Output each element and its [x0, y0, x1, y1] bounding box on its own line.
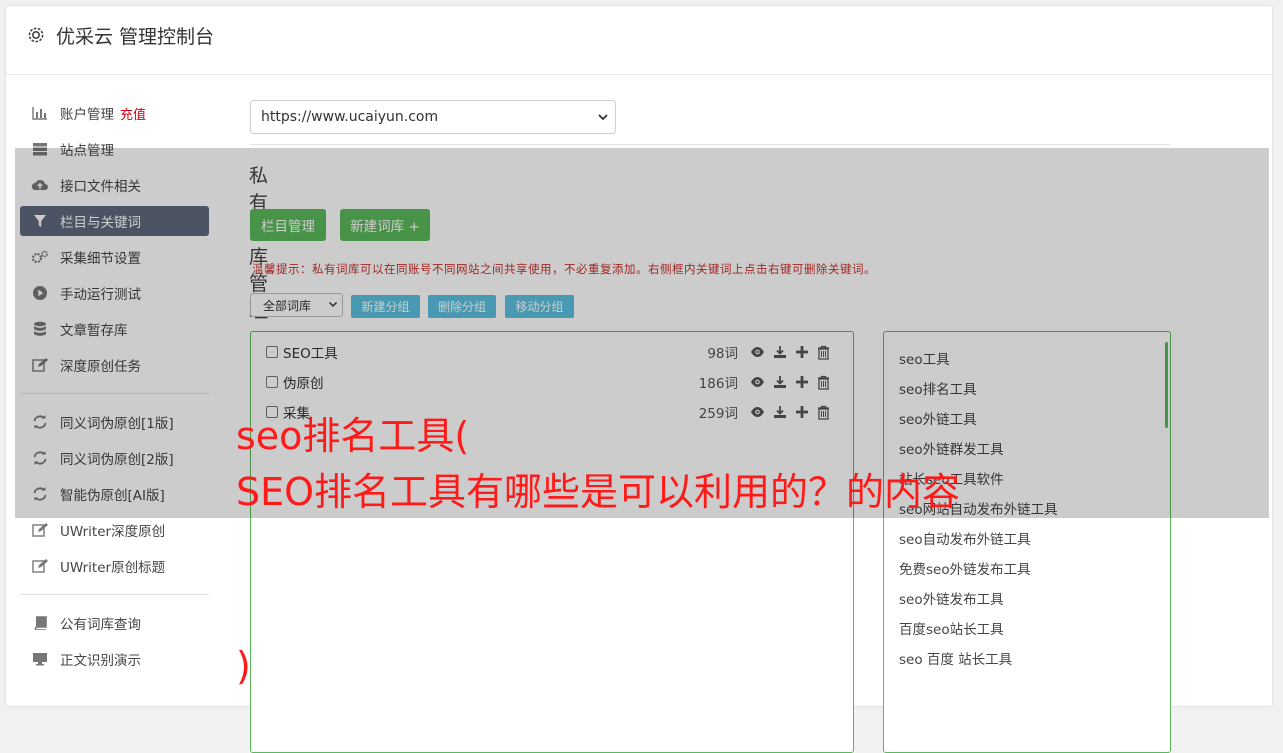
page-header-title: 优采云 管理控制台	[56, 26, 215, 48]
sidebar-item-label: 正文识别演示	[60, 653, 141, 669]
edit-icon	[31, 557, 49, 575]
overlay-headline-line1: seo排名工具(	[236, 414, 470, 458]
header: 优采云 管理控制台	[6, 6, 1272, 75]
keyword-item[interactable]: seo自动发布外链工具	[899, 528, 1031, 548]
sidebar-item-text-recognition[interactable]: 正文识别演示	[20, 644, 209, 674]
bar-chart-icon	[31, 104, 49, 122]
sidebar-item-label: UWriter深度原创	[60, 524, 166, 540]
sidebar-item-label: 公有词库查询	[60, 617, 141, 633]
overlay-band	[15, 148, 1269, 518]
edit-icon	[31, 521, 49, 539]
site-select[interactable]: https://www.ucaiyun.com	[250, 100, 616, 134]
sidebar-divider	[20, 594, 209, 595]
sidebar-item-public-library[interactable]: 公有词库查询	[20, 608, 209, 638]
recharge-link[interactable]: 充值	[120, 104, 146, 123]
gear-icon	[28, 27, 44, 43]
keyword-item[interactable]: 百度seo站长工具	[899, 618, 1004, 638]
chevron-down-icon	[598, 114, 608, 121]
overlay-headline-line3: )	[236, 644, 251, 688]
keyword-item[interactable]: 免费seo外链发布工具	[899, 558, 1031, 578]
keyword-item[interactable]: seo外链发布工具	[899, 588, 1004, 608]
sidebar-item-account[interactable]: 账户管理 充值	[20, 98, 209, 128]
site-select-value: https://www.ucaiyun.com	[261, 109, 439, 125]
sidebar-item-label: UWriter原创标题	[60, 560, 166, 576]
keyword-item[interactable]: seo 百度 站长工具	[899, 648, 1012, 668]
book-icon	[31, 614, 49, 632]
overlay-headline-line2: SEO排名工具有哪些是可以利用的？的内容	[236, 470, 961, 514]
monitor-icon	[31, 650, 49, 668]
divider	[250, 144, 1170, 145]
sidebar-item-uwriter-title[interactable]: UWriter原创标题	[20, 551, 209, 581]
sidebar-item-label: 账户管理	[60, 107, 114, 123]
sidebar-item-uwriter-deep[interactable]: UWriter深度原创	[20, 515, 209, 545]
